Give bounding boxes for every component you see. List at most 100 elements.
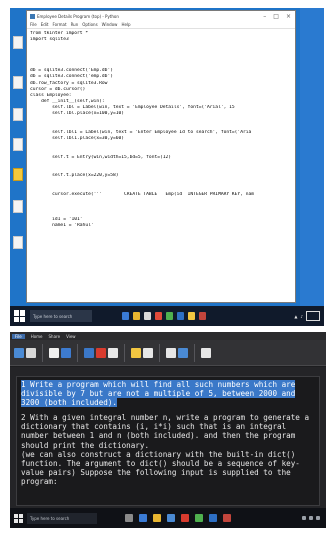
file-icon[interactable] bbox=[13, 76, 23, 89]
ribbon-tabs: File Home Share View bbox=[10, 332, 326, 340]
volume-icon[interactable]: ♪ bbox=[300, 314, 303, 319]
bottom-screenshot: File Home Share View 1 Write a program w… bbox=[10, 332, 326, 528]
mail-icon[interactable] bbox=[155, 312, 162, 320]
ribbon-toolbar bbox=[10, 340, 326, 366]
open-icon[interactable] bbox=[178, 347, 188, 358]
file-icon[interactable] bbox=[13, 108, 23, 121]
windows-start-icon[interactable] bbox=[14, 513, 23, 523]
ribbon-divider bbox=[124, 343, 125, 362]
menu-file[interactable]: File bbox=[30, 22, 37, 27]
python-icon[interactable] bbox=[188, 312, 195, 320]
powerpoint-icon[interactable] bbox=[199, 312, 206, 320]
document-paragraph: (we can also construct a dictionary with… bbox=[21, 450, 315, 486]
word-icon[interactable] bbox=[177, 312, 184, 320]
taskbar-search-box[interactable]: Type here to search bbox=[27, 512, 97, 524]
minimize-icon[interactable]: – bbox=[263, 13, 266, 20]
editor-title: Employee Details Program (top) - Python bbox=[37, 13, 119, 19]
task-view-icon[interactable] bbox=[125, 514, 133, 522]
ribbon-group bbox=[14, 347, 36, 358]
taskbar-apps bbox=[122, 312, 206, 320]
taskbar-apps bbox=[125, 514, 231, 522]
network-icon[interactable]: ▲ bbox=[294, 314, 297, 319]
tab-home[interactable]: Home bbox=[31, 334, 43, 339]
ribbon-divider bbox=[77, 343, 78, 362]
close-icon[interactable]: × bbox=[286, 13, 291, 20]
document-paragraph: 1 Write a program which will find all su… bbox=[21, 380, 315, 408]
excel-icon[interactable] bbox=[195, 514, 203, 522]
ribbon-group bbox=[201, 347, 211, 358]
mail-icon[interactable] bbox=[181, 514, 189, 522]
text-document-page[interactable]: 1 Write a program which will find all su… bbox=[16, 376, 320, 506]
code-editor-window: Employee Details Program (top) - Python … bbox=[26, 10, 296, 303]
store-icon[interactable] bbox=[167, 514, 175, 522]
new-folder-icon[interactable] bbox=[131, 347, 141, 358]
system-tray: ▲ ♪ bbox=[294, 311, 324, 321]
paragraph-text: 2 With a given integral number n, write … bbox=[21, 413, 310, 450]
file-icon[interactable] bbox=[13, 36, 23, 49]
menu-help[interactable]: Help bbox=[121, 22, 130, 27]
menu-format[interactable]: Format bbox=[52, 22, 66, 27]
file-icon[interactable] bbox=[13, 200, 23, 213]
pin-icon[interactable] bbox=[14, 347, 24, 358]
document-paragraph: 2 With a given integral number n, write … bbox=[21, 413, 315, 449]
menu-options[interactable]: Options bbox=[82, 22, 97, 27]
menu-run[interactable]: Run bbox=[71, 22, 79, 27]
code-line: name1 = 'Rahul' bbox=[30, 222, 94, 228]
paragraph-text: (we can also construct a dictionary with… bbox=[21, 449, 300, 486]
folder-icon[interactable] bbox=[153, 514, 161, 522]
code-line: cursor.execute(''' CREATE TABLE Emp(id I… bbox=[30, 191, 255, 197]
ribbon-group bbox=[131, 347, 153, 358]
taskbar: Type here to search ▲ ♪ bbox=[10, 306, 324, 326]
tab-view[interactable]: View bbox=[66, 334, 76, 339]
word-icon[interactable] bbox=[209, 514, 217, 522]
powerpoint-icon[interactable] bbox=[223, 514, 231, 522]
taskbar: Type here to search bbox=[10, 508, 326, 528]
excel-icon[interactable] bbox=[166, 312, 173, 320]
ribbon-group bbox=[84, 347, 118, 358]
ribbon-divider bbox=[194, 343, 195, 362]
store-icon[interactable] bbox=[144, 312, 151, 320]
copy-icon[interactable] bbox=[26, 347, 36, 358]
new-item-icon[interactable] bbox=[143, 347, 153, 358]
code-area[interactable]: from tkinter import * import sqlite3 db = … bbox=[27, 29, 295, 231]
folder-icon[interactable] bbox=[133, 312, 140, 320]
windows-start-icon[interactable] bbox=[14, 310, 26, 322]
move-icon[interactable] bbox=[61, 347, 71, 358]
tab-share[interactable]: Share bbox=[49, 334, 61, 339]
menu-edit[interactable]: Edit bbox=[41, 22, 49, 27]
taskbar-search-box[interactable]: Type here to search bbox=[30, 310, 92, 322]
rename-icon[interactable] bbox=[108, 347, 118, 358]
editor-titlebar: Employee Details Program (top) - Python … bbox=[27, 11, 295, 21]
clock-icon[interactable] bbox=[306, 311, 320, 321]
python-file-icon[interactable] bbox=[13, 168, 23, 181]
document-area: 1 Write a program which will find all su… bbox=[10, 367, 326, 508]
ribbon-divider bbox=[42, 343, 43, 362]
delete-icon[interactable] bbox=[96, 347, 106, 358]
properties-icon[interactable] bbox=[166, 347, 176, 358]
ribbon-divider bbox=[159, 343, 160, 362]
python-app-icon bbox=[30, 13, 35, 19]
network-icon[interactable] bbox=[302, 516, 306, 520]
clipboard-icon[interactable] bbox=[49, 347, 59, 358]
document-text[interactable]: 1 Write a program which will find all su… bbox=[17, 377, 319, 489]
desktop-icons bbox=[10, 8, 26, 304]
top-screenshot: Employee Details Program (top) - Python … bbox=[10, 8, 324, 326]
editor-menu-bar: File Edit Format Run Options Window Help bbox=[27, 21, 295, 29]
tab-file[interactable]: File bbox=[12, 333, 25, 339]
file-icon[interactable] bbox=[13, 236, 23, 249]
edge-icon[interactable] bbox=[122, 312, 129, 320]
desktop-background bbox=[300, 8, 324, 306]
menu-window[interactable]: Window bbox=[102, 22, 118, 27]
maximize-icon[interactable]: □ bbox=[273, 13, 279, 20]
ribbon-group bbox=[166, 347, 188, 358]
edge-icon[interactable] bbox=[139, 514, 147, 522]
system-tray bbox=[302, 516, 326, 520]
ribbon-group bbox=[49, 347, 71, 358]
select-all-icon[interactable] bbox=[201, 347, 211, 358]
battery-icon[interactable] bbox=[316, 516, 320, 520]
selected-text: 1 Write a program which will find all su… bbox=[21, 380, 296, 408]
volume-icon[interactable] bbox=[309, 516, 313, 520]
window-controls: – □ × bbox=[263, 13, 295, 20]
file-icon[interactable] bbox=[13, 138, 23, 151]
copy-to-icon[interactable] bbox=[84, 347, 94, 358]
